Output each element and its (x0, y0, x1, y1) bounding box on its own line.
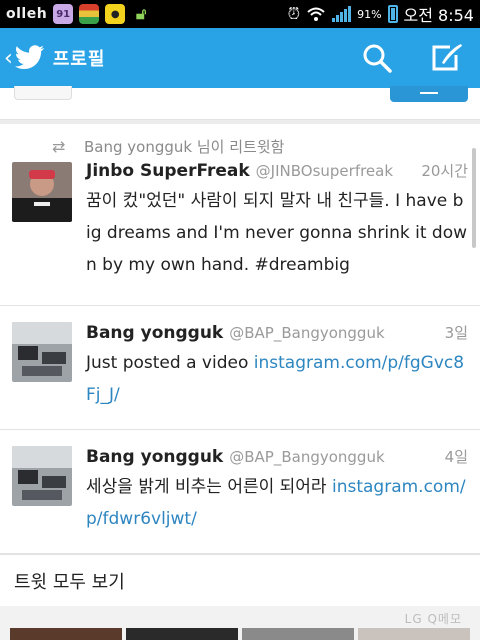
tweet-text: 세상을 밝게 비추는 어른이 되어라 (86, 477, 332, 497)
media-thumbnails (0, 628, 480, 640)
wifi-icon (307, 7, 325, 21)
battery-percent: 91% (357, 7, 382, 21)
retweet-context: ⇄ Bang yongguk 님이 리트윗함 (52, 136, 284, 157)
tweet-header: Bang yongguk @BAP_Bangyongguk 3일 (86, 322, 468, 343)
tweet-item[interactable]: ⇄ Bang yongguk 님이 리트윗함 Jinbo SuperFreak … (0, 124, 480, 306)
alarm-icon: ⏰︎ (287, 4, 301, 23)
avatar[interactable] (12, 162, 72, 222)
unlock-icon: 🔓︎ (136, 4, 147, 23)
watermark-label: LG Q메모 (404, 612, 462, 626)
tweet-time: 3일 (444, 324, 468, 342)
clock: 오전 8:54 (403, 6, 474, 25)
follow-button[interactable] (390, 86, 468, 102)
tweet-time: 4일 (444, 448, 468, 466)
carrier-label: olleh (6, 6, 48, 22)
page-title: 프로필 (52, 49, 106, 70)
author-handle[interactable]: @BAP_Bangyongguk (229, 448, 384, 466)
app-bar: ‹ 프로필 (0, 28, 480, 88)
author-name[interactable]: Bang yongguk (86, 323, 223, 343)
avatar[interactable] (12, 446, 72, 506)
retweet-icon: ⇄ (52, 137, 66, 156)
notification-badge-icon: 91 (53, 4, 74, 24)
tweet-list: ⇄ Bang yongguk 님이 리트윗함 Jinbo SuperFreak … (0, 124, 480, 554)
battery-icon (387, 5, 398, 23)
notification-badge-count: 91 (56, 8, 71, 20)
compose-icon[interactable] (430, 43, 464, 73)
kakao-icon: ● (105, 4, 126, 24)
retweet-label: Bang yongguk 님이 리트윗함 (84, 138, 285, 156)
media-thumbnail[interactable] (242, 628, 354, 640)
tweet-item[interactable]: Bang yongguk @BAP_Bangyongguk 3일 Just po… (0, 306, 480, 430)
search-icon[interactable] (362, 43, 392, 73)
media-thumbnail[interactable] (10, 628, 122, 640)
tweet-body: 세상을 밝게 비추는 어른이 되어라 instagram.com/p/fdwr6… (86, 471, 468, 535)
tweet-body: Just posted a video instagram.com/p/fgGv… (86, 347, 468, 411)
twitter-bird-icon[interactable] (14, 45, 45, 71)
scrollbar[interactable] (472, 148, 476, 248)
tweet-header: Bang yongguk @BAP_Bangyongguk 4일 (86, 446, 468, 467)
chevron-left-icon[interactable]: ‹ (4, 46, 13, 71)
media-thumbnail[interactable] (358, 628, 470, 640)
tweet-text: Just posted a video (86, 353, 254, 373)
tweet-header: Jinbo SuperFreak @JINBOsuperfreak 20시간 (86, 160, 468, 181)
author-handle[interactable]: @JINBOsuperfreak (256, 162, 393, 180)
author-handle[interactable]: @BAP_Bangyongguk (229, 324, 384, 342)
profile-actions-strip (0, 86, 480, 120)
tweet-item[interactable]: Bang yongguk @BAP_Bangyongguk 4일 세상을 밝게 … (0, 430, 480, 554)
status-bar: olleh 91 ● 🔓︎ ⏰︎ 91% 오전 8:54 (0, 0, 480, 28)
settings-button[interactable] (14, 86, 72, 100)
author-name[interactable]: Bang yongguk (86, 447, 223, 467)
tweet-text: 꿈이 컸"었던" 사람이 되지 말자 내 친구들. I have big dre… (86, 191, 468, 275)
view-all-tweets-button[interactable]: 트윗 모두 보기 (0, 554, 480, 606)
media-thumbnail[interactable] (126, 628, 238, 640)
avatar[interactable] (12, 322, 72, 382)
signal-icon (332, 6, 352, 22)
tweet-time: 20시간 (421, 162, 468, 180)
app-notification-icon (79, 4, 100, 24)
author-name[interactable]: Jinbo SuperFreak (86, 161, 250, 181)
